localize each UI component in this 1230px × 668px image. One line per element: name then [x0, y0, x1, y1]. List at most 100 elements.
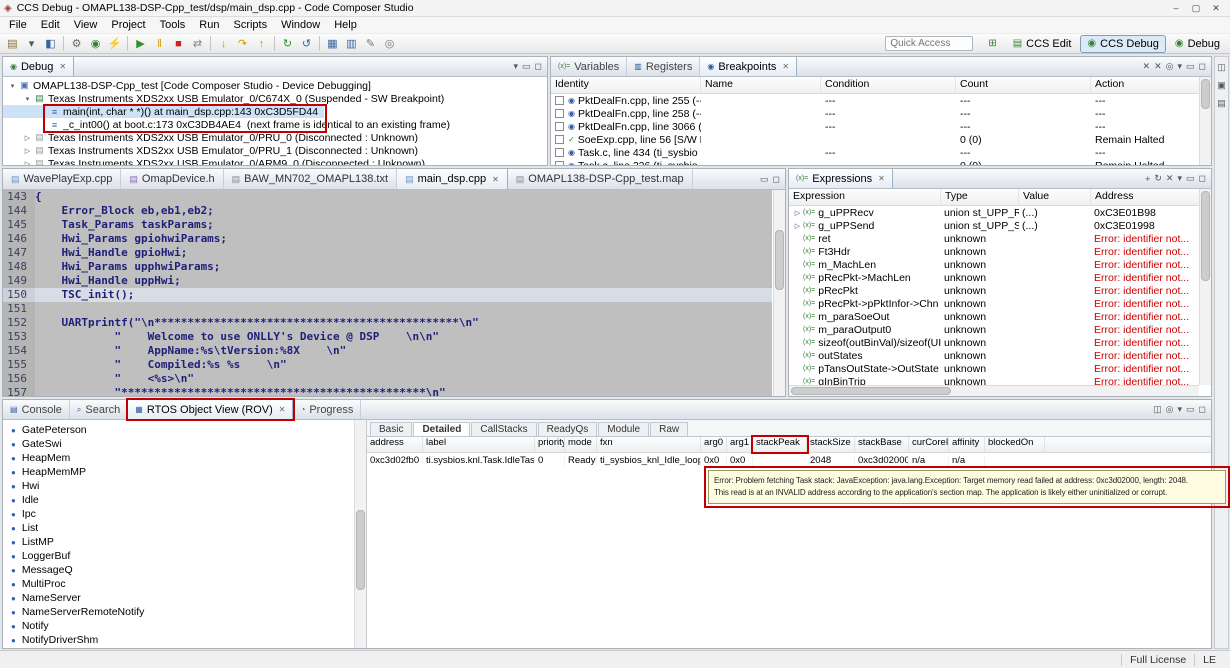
- tab-progress[interactable]: ◔Progress: [293, 400, 361, 419]
- disconnect-button[interactable]: ⇄: [188, 35, 207, 52]
- column-header-blockedon[interactable]: blockedOn: [985, 437, 1045, 452]
- editor-tab-omapdevice-h[interactable]: ▤OmapDevice.h: [121, 169, 223, 189]
- maximize-window-button[interactable]: ▢: [1186, 3, 1206, 14]
- memory-browser-button[interactable]: ▦: [323, 35, 342, 52]
- scroll-thumb[interactable]: [775, 230, 784, 290]
- view-tab-readyqs[interactable]: ReadyQs: [538, 422, 598, 436]
- breakpoint-checkbox[interactable]: [555, 148, 564, 157]
- breakpoint-checkbox[interactable]: [555, 161, 564, 166]
- expression-row[interactable]: (x)=pTansOutState->OutStateunknownError:…: [789, 362, 1211, 375]
- close-tab-icon[interactable]: ✕: [279, 405, 286, 414]
- view-tab-basic[interactable]: Basic: [370, 422, 412, 436]
- rov-module-tree[interactable]: ●GatePeterson●GateSwi●HeapMem●HeapMemMP●…: [3, 420, 367, 648]
- breakpoint-checkbox[interactable]: [555, 109, 564, 118]
- column-header-expression[interactable]: Expression: [789, 189, 941, 205]
- rov-module-nameserver[interactable]: ●NameServer: [3, 591, 366, 605]
- step-into-button[interactable]: ↓: [214, 35, 233, 52]
- vertical-scrollbar[interactable]: [773, 190, 785, 396]
- rov-table-body[interactable]: 0xc3d02fb0ti.sysbios.knl.Task.IdleTask0R…: [367, 453, 1211, 467]
- rov-module-ipc[interactable]: ●Ipc: [3, 507, 366, 521]
- open-console-icon[interactable]: ◫: [1153, 404, 1162, 415]
- column-header-stacksize[interactable]: stackSize: [807, 437, 855, 452]
- rov-module-gatepeterson[interactable]: ●GatePeterson: [3, 423, 366, 437]
- rov-module-heapmemmp[interactable]: ●HeapMemMP: [3, 465, 366, 479]
- open-perspective-button[interactable]: ⊞: [981, 35, 1003, 52]
- tab-expressions[interactable]: (x)= Expressions ✕: [789, 169, 893, 188]
- resume-button[interactable]: ▶: [131, 35, 150, 52]
- expression-row[interactable]: (x)=pRecPktunknownError: identifier not.…: [789, 284, 1211, 297]
- breakpoint-row[interactable]: ◉PktDealFn.cpp, line 258 (------------: [551, 107, 1211, 120]
- debug-button[interactable]: ◉: [86, 35, 105, 52]
- rov-module-listmp[interactable]: ●ListMP: [3, 535, 366, 549]
- editor-tab-main-dsp-cpp[interactable]: ▤main_dsp.cpp✕: [397, 169, 508, 189]
- debug-node[interactable]: ▷▤Texas Instruments XDS2xx USB Emulator_…: [3, 157, 431, 166]
- add-expression-icon[interactable]: +: [1145, 174, 1150, 184]
- tab-rtos-object-view-rov[interactable]: ▦RTOS Object View (ROV)✕: [128, 400, 293, 419]
- open-view-icon[interactable]: ▣: [1217, 80, 1226, 91]
- expander-icon[interactable]: ▷: [22, 134, 33, 142]
- build-button[interactable]: ⚙: [67, 35, 86, 52]
- expander-icon[interactable]: ▷: [22, 147, 33, 155]
- minimize-window-button[interactable]: –: [1166, 3, 1186, 14]
- breakpoint-checkbox[interactable]: [555, 96, 564, 105]
- column-header-arg1[interactable]: arg1: [727, 437, 753, 452]
- close-window-button[interactable]: ✕: [1206, 3, 1226, 14]
- new-file-button[interactable]: ▤: [3, 35, 22, 52]
- column-header-count[interactable]: Count: [956, 77, 1091, 93]
- column-header-curcoreid[interactable]: curCoreId: [909, 437, 949, 452]
- column-header-identity[interactable]: Identity: [551, 77, 701, 93]
- remove-expression-icon[interactable]: ✕: [1166, 173, 1174, 184]
- step-return-button[interactable]: ↑: [252, 35, 271, 52]
- expression-row[interactable]: (x)=pRecPkt->MachLenunknownError: identi…: [789, 271, 1211, 284]
- menu-scripts[interactable]: Scripts: [226, 18, 274, 32]
- close-tab-icon[interactable]: ✕: [782, 62, 789, 71]
- menu-tools[interactable]: Tools: [153, 18, 193, 32]
- expression-row[interactable]: (x)=pRecPkt->pPktInfor->ChnunknownError:…: [789, 297, 1211, 310]
- perspective-ccs-edit[interactable]: ▤CCS Edit: [1006, 35, 1079, 53]
- view-menu-icon[interactable]: ▾: [1177, 404, 1182, 415]
- view-tab-callstacks[interactable]: CallStacks: [471, 422, 536, 436]
- column-header-mode[interactable]: mode: [565, 437, 597, 452]
- editor-tab-baw-mn702-omapl138-txt[interactable]: ▤BAW_MN702_OMAPL138.txt: [224, 169, 397, 189]
- column-header-priority[interactable]: priority: [535, 437, 565, 452]
- column-header-label[interactable]: label: [423, 437, 535, 452]
- rov-module-heapmem[interactable]: ●HeapMem: [3, 451, 366, 465]
- scroll-thumb[interactable]: [1201, 79, 1210, 109]
- breakpoint-checkbox[interactable]: [555, 135, 564, 144]
- expression-row[interactable]: (x)=m_paraSoeOutunknownError: identifier…: [789, 310, 1211, 323]
- editor-tab-omapl138-dsp-cpp-test-map[interactable]: ▤OMAPL138-DSP-Cpp_test.map: [508, 169, 693, 189]
- breakpoint-checkbox[interactable]: [555, 122, 564, 131]
- restart-button[interactable]: ↻: [278, 35, 297, 52]
- tab-variables[interactable]: (x)=Variables: [551, 57, 627, 76]
- minimize-view-icon[interactable]: ▭: [1186, 173, 1195, 184]
- debug-launch-tree[interactable]: ▾▣OMAPL138-DSP-Cpp_test [Code Composer S…: [3, 77, 547, 166]
- tab-console[interactable]: ▤Console: [3, 400, 70, 419]
- suspend-button[interactable]: ‖: [150, 35, 169, 52]
- breakpoint-row[interactable]: ◉PktDealFn.cpp, line 255 (------------: [551, 94, 1211, 107]
- column-header-action[interactable]: Action: [1091, 77, 1211, 93]
- column-header-address[interactable]: Address: [1091, 189, 1207, 205]
- maximize-view-icon[interactable]: ◻: [773, 174, 780, 185]
- task-row[interactable]: 0xc3d02fb0ti.sysbios.knl.Task.IdleTask0R…: [367, 453, 1211, 467]
- remove-breakpoint-icon[interactable]: ✕: [1143, 61, 1151, 72]
- minimize-view-icon[interactable]: ▭: [522, 61, 531, 72]
- tab-registers[interactable]: ▥Registers: [627, 57, 700, 76]
- maximize-view-icon[interactable]: ◻: [535, 61, 542, 72]
- column-header-fxn[interactable]: fxn: [597, 437, 701, 452]
- vertical-scrollbar[interactable]: [354, 420, 366, 648]
- column-header-arg0[interactable]: arg0: [701, 437, 727, 452]
- flash-button[interactable]: ⚡: [105, 35, 124, 52]
- debug-node[interactable]: ▾▣OMAPL138-DSP-Cpp_test [Code Composer S…: [3, 79, 377, 92]
- view-menu-icon[interactable]: ▾: [513, 61, 518, 72]
- maximize-view-icon[interactable]: ◻: [1199, 173, 1206, 184]
- maximize-view-icon[interactable]: ◻: [1199, 404, 1206, 415]
- debug-node[interactable]: ≡_c_int00() at boot.c:173 0xC3DB4AE4 (ne…: [3, 118, 456, 131]
- close-tab-icon[interactable]: ✕: [492, 175, 499, 184]
- debug-node[interactable]: ▾▤Texas Instruments XDS2xx USB Emulator_…: [3, 92, 450, 105]
- scroll-thumb[interactable]: [356, 510, 365, 590]
- pin-button[interactable]: ◎: [380, 35, 399, 52]
- menu-file[interactable]: File: [2, 18, 34, 32]
- minimize-view-icon[interactable]: ▭: [760, 174, 769, 185]
- expressions-list[interactable]: ▷(x)=g_uPPRecvunion st_UPP_Recv(...)0xC3…: [789, 206, 1211, 397]
- breakpoint-row[interactable]: ◉Task.c, line 434 (ti_sysbio---------: [551, 146, 1211, 159]
